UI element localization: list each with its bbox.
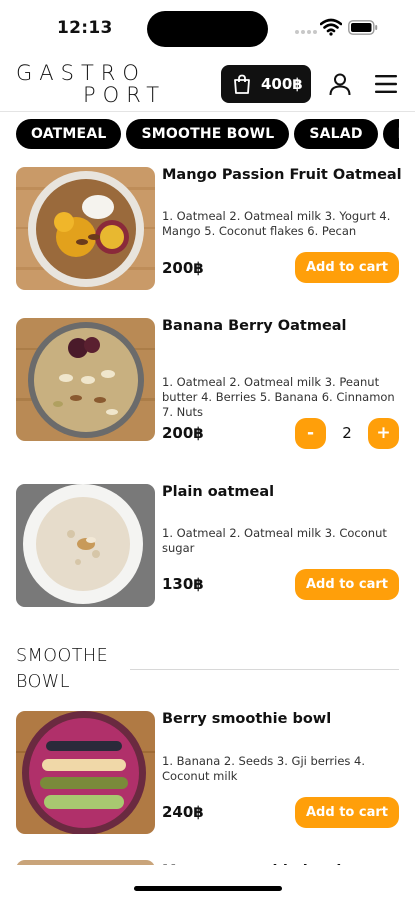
quantity-stepper: - 2 + [295,418,399,449]
product-description: 1. Oatmeal 2. Oatmeal milk 3. Coconut su… [162,526,387,555]
product-price: 240฿ [162,803,204,821]
home-indicator[interactable] [134,886,282,891]
tab-smoothe-bowl[interactable]: SMOOTHE BOWL [126,119,290,149]
app-header: GASTRO PORT 400฿ [0,56,415,112]
status-time: 12:13 [57,18,113,38]
product-price: 200฿ [162,424,204,442]
tab-oatmeal[interactable]: OATMEAL [16,119,122,149]
product-name: Berry smoothie bowl [162,711,332,727]
quantity-value: 2 [342,424,352,442]
logo-line-1: GASTRO [16,61,146,85]
product-description: 1. Banana 2. Seeds 3. Gji berries 4. Coc… [162,754,366,783]
product-description: 1. Oatmeal 2. Oatmeal milk 3. Peanut but… [162,375,395,419]
product-image[interactable] [16,318,155,441]
section-title-line-1: SMOOTHE [16,646,109,666]
add-to-cart-button[interactable]: Add to cart [295,252,399,283]
dynamic-island [147,11,268,47]
product-image[interactable] [16,711,155,834]
product-description: 1. Oatmeal 2. Oatmeal milk 3. Yogurt 4. … [162,209,391,238]
product-price: 200฿ [162,259,204,277]
product-card: Plain oatmeal 1. Oatmeal 2. Oatmeal milk… [16,484,399,608]
product-card: Banana Berry Oatmeal 1. Oatmeal 2. Oatme… [16,318,399,449]
cellular-signal-icon [295,30,317,34]
product-image[interactable] [16,167,155,290]
product-card: Berry smoothie bowl 1. Banana 2. Seeds 3… [16,711,399,835]
product-name: Banana Berry Oatmeal [162,318,347,334]
cart-total: 400฿ [261,75,303,93]
wifi-icon [320,18,342,36]
add-to-cart-button[interactable]: Add to cart [295,569,399,600]
hamburger-menu-icon[interactable] [375,74,397,94]
tab-ri[interactable]: RI [382,119,399,149]
gastro-port-logo[interactable]: GASTRO PORT [16,62,162,106]
user-icon[interactable] [328,72,352,96]
section-title-line-2: BOWL [16,672,70,692]
product-name: Plain oatmeal [162,484,275,500]
section-divider [130,669,399,670]
tab-salad[interactable]: SALAD [294,119,378,149]
cart-button[interactable]: 400฿ [221,65,311,103]
product-name: Mango Passion Fruit Oatmeal [162,167,402,183]
category-tabs: OATMEALSMOOTHE BOWLSALADRI [16,119,399,149]
section-title: SMOOTHE BOWL [16,643,116,695]
battery-icon [348,20,378,35]
product-card: Mango Passion Fruit Oatmeal 1. Oatmeal 2… [16,167,402,291]
decrease-quantity-button[interactable]: - [295,418,326,449]
shopping-bag-icon [234,74,250,94]
product-image[interactable] [16,484,155,607]
logo-line-2: PORT [83,83,167,107]
increase-quantity-button[interactable]: + [368,418,399,449]
status-bar: 12:13 [0,0,415,56]
product-price: 130฿ [162,575,204,593]
bottom-safe-area [0,865,415,900]
add-to-cart-button[interactable]: Add to cart [295,797,399,828]
